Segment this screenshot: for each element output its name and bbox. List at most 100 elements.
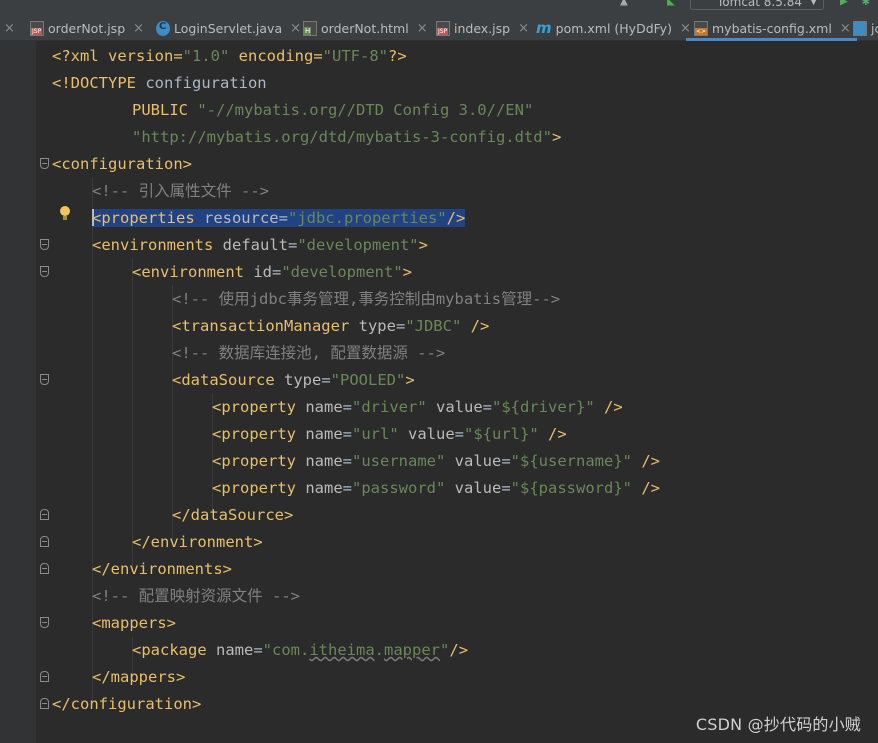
code-line-3[interactable]: PUBLIC "-//mybatis.org//DTD Config 3.0//… [132, 97, 533, 124]
token-value: "${username}" [510, 452, 632, 470]
code-line-21[interactable]: <!-- 配置映射资源文件 --> [92, 583, 300, 610]
token-eq: = [342, 425, 352, 443]
code-line-4[interactable]: "http://mybatis.org/dtd/mybatis-3-config… [132, 124, 561, 151]
build-icon[interactable]: ◣ [667, 0, 675, 9]
tab-close-partial[interactable]: × [4, 16, 15, 41]
token-tag: <package [132, 641, 216, 659]
token-attr: value [398, 425, 455, 443]
token-eq: = [501, 452, 511, 470]
code-line-1[interactable]: <?xml version="1.0" encoding="UTF-8"?> [52, 43, 407, 70]
code-line-2[interactable]: <!DOCTYPE configuration [52, 70, 267, 97]
token-value: "jdbc.properties" [287, 209, 447, 227]
token-keyword: PUBLIC [132, 101, 198, 119]
token-tag: </mappers> [92, 668, 186, 686]
run-configuration-selector[interactable]: Tomcat 8.5.84 ▼ [690, 0, 824, 10]
code-line-18[interactable]: </dataSource> [172, 502, 293, 529]
token-attr: name [305, 425, 343, 443]
close-icon[interactable]: × [290, 21, 301, 36]
token-eq: = [454, 425, 465, 443]
code-line-23[interactable]: <package name="com.itheima.mapper"/> [132, 637, 468, 664]
token-eq: = [287, 236, 298, 254]
token-value: "driver" [352, 398, 427, 416]
file-icon [853, 21, 867, 36]
code-line-6[interactable]: <!-- 引入属性文件 --> [92, 178, 269, 205]
tab-label: mybatis-config.xml [712, 21, 832, 36]
tab-mybatis-config-xml[interactable]: mybatis-config.xml × [686, 16, 857, 41]
code-line-15[interactable]: <property name="url" value="${url}" /> [212, 421, 567, 448]
token-value: "1.0" [182, 47, 230, 65]
close-icon[interactable]: × [518, 21, 529, 36]
code-line-16[interactable]: <property name="username" value="${usern… [212, 448, 660, 475]
token-value: "url" [352, 425, 399, 443]
fold-toggle-icon[interactable] [40, 536, 49, 547]
code-line-20[interactable]: </environments> [92, 556, 232, 583]
token-eq: = [342, 398, 352, 416]
close-icon[interactable]: × [133, 21, 144, 36]
token-eq: = [342, 479, 352, 497]
token-tag: <property [212, 479, 306, 497]
tab-label: orderNot.html [321, 21, 409, 36]
token-value: . [374, 641, 385, 659]
code-line-13[interactable]: <dataSource type="POOLED"> [172, 367, 415, 394]
code-line-8[interactable]: <environments default="development"> [92, 232, 428, 259]
code-line-19[interactable]: </environment> [132, 529, 263, 556]
code-line-14[interactable]: <property name="driver" value="${driver}… [212, 394, 623, 421]
token-tag: <property [212, 425, 306, 443]
token-value: "com. [262, 641, 310, 659]
token-tag: /> [594, 398, 623, 416]
token-tag: <transactionManager [172, 317, 359, 335]
code-line-25[interactable]: </configuration> [52, 691, 201, 718]
token-tag: > [418, 236, 428, 254]
code-line-17[interactable]: <property name="password" value="${passw… [212, 475, 660, 502]
token-attr: name [305, 452, 343, 470]
token-value: "password" [352, 479, 446, 497]
token-decl: ?> [387, 47, 407, 65]
code-line-11[interactable]: <transactionManager type="JDBC" /> [172, 313, 489, 340]
code-line-7[interactable]: <properties resource="jdbc.properties"/> [92, 205, 466, 232]
code-line-22[interactable]: <mappers> [92, 610, 176, 637]
code-line-10[interactable]: <!-- 使用jdbc事务管理,事务控制由mybatis管理--> [172, 286, 560, 313]
fold-toggle-icon[interactable] [40, 698, 49, 709]
maven-icon: m [536, 19, 552, 37]
xml-file-icon [694, 21, 708, 36]
fold-toggle-icon[interactable] [40, 266, 49, 277]
tab-pom-xml[interactable]: m pom.xml (HyDdFy) × [536, 16, 691, 41]
fold-toggle-icon[interactable] [40, 158, 49, 169]
close-icon[interactable]: × [680, 21, 691, 36]
token-attr: value [445, 479, 502, 497]
tab-label: LoginServlet.java [174, 21, 283, 36]
lightbulb-icon[interactable] [59, 206, 71, 222]
fold-toggle-icon[interactable] [40, 617, 49, 628]
tab-partial[interactable]: jc [853, 16, 878, 41]
fold-toggle-icon[interactable] [40, 509, 49, 520]
tab-index-jsp[interactable]: index.jsp × [436, 16, 529, 41]
fold-toggle-icon[interactable] [40, 239, 49, 250]
token-value: "username" [352, 452, 446, 470]
token-tag: </configuration> [52, 695, 202, 713]
token-tag: /> [538, 425, 567, 443]
editor-tab-bar: × orderNot.jsp × LoginServlet.java × ord… [0, 0, 878, 41]
code-line-5[interactable]: <configuration> [52, 151, 192, 178]
run-icon[interactable]: ▶ [840, 0, 848, 9]
token-value: "development" [297, 236, 419, 254]
debug-icon[interactable]: ✱ [862, 0, 870, 9]
token-value: "${password}" [510, 479, 632, 497]
code-line-9[interactable]: <environment id="development"> [132, 259, 412, 286]
token-attr: name [305, 398, 343, 416]
close-icon[interactable]: × [417, 21, 428, 36]
fold-toggle-icon[interactable] [40, 374, 49, 385]
token-attr: value [445, 452, 502, 470]
fold-toggle-icon[interactable] [40, 563, 49, 574]
code-line-12[interactable]: <!-- 数据库连接池, 配置数据源 --> [172, 340, 445, 367]
tab-label: pom.xml (HyDdFy) [555, 21, 672, 36]
tab-ordernot-jsp[interactable]: orderNot.jsp × [30, 16, 144, 41]
tab-ordernot-html[interactable]: orderNot.html × [303, 16, 428, 41]
tab-label: orderNot.jsp [48, 21, 126, 36]
token-attr: name [216, 641, 254, 659]
close-icon[interactable]: × [840, 21, 851, 36]
code-line-24[interactable]: </mappers> [92, 664, 185, 691]
fold-toggle-icon[interactable] [40, 671, 49, 682]
tab-loginservlet-java[interactable]: LoginServlet.java × [156, 16, 301, 41]
user-icon[interactable]: ▲ [620, 0, 628, 9]
token-value: "JDBC" [405, 317, 462, 335]
